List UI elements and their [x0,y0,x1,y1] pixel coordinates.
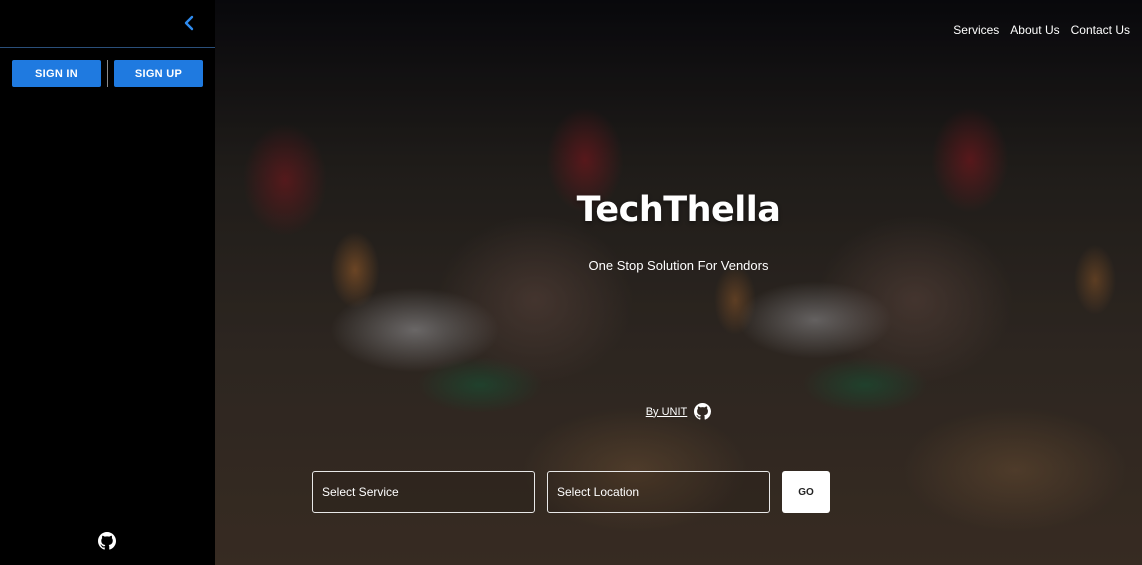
auth-separator [107,60,108,87]
service-select[interactable]: Select Service [312,471,535,513]
sidebar: SIGN IN SIGN UP [0,0,215,565]
sign-up-button[interactable]: SIGN UP [114,60,203,87]
github-icon [98,532,116,550]
byline: By UNIT [215,403,1142,420]
sidebar-divider [0,47,215,48]
collapse-sidebar-button[interactable] [178,12,200,34]
sidebar-github-link[interactable] [98,532,116,550]
auth-buttons: SIGN IN SIGN UP [12,60,203,87]
chevron-left-icon [184,15,194,31]
search-bar: Select Service Select Location GO [312,471,830,513]
byline-link[interactable]: By UNIT [646,406,688,418]
nav-contact-us-link[interactable]: Contact Us [1071,23,1130,37]
nav-about-us-link[interactable]: About Us [1010,23,1059,37]
github-icon[interactable] [694,403,712,420]
location-select-placeholder: Select Location [557,485,640,499]
go-button[interactable]: GO [782,471,830,513]
page-subtitle: One Stop Solution For Vendors [588,258,769,273]
hero-section: Services About Us Contact Us TechThella … [215,0,1142,565]
page-title: TechThella [576,190,781,230]
service-select-placeholder: Select Service [322,485,399,499]
sign-in-button[interactable]: SIGN IN [12,60,101,87]
top-nav: Services About Us Contact Us [953,23,1130,37]
app-root: SIGN IN SIGN UP Services About Us Contac… [0,0,1142,565]
nav-services-link[interactable]: Services [953,23,999,37]
location-select[interactable]: Select Location [547,471,770,513]
